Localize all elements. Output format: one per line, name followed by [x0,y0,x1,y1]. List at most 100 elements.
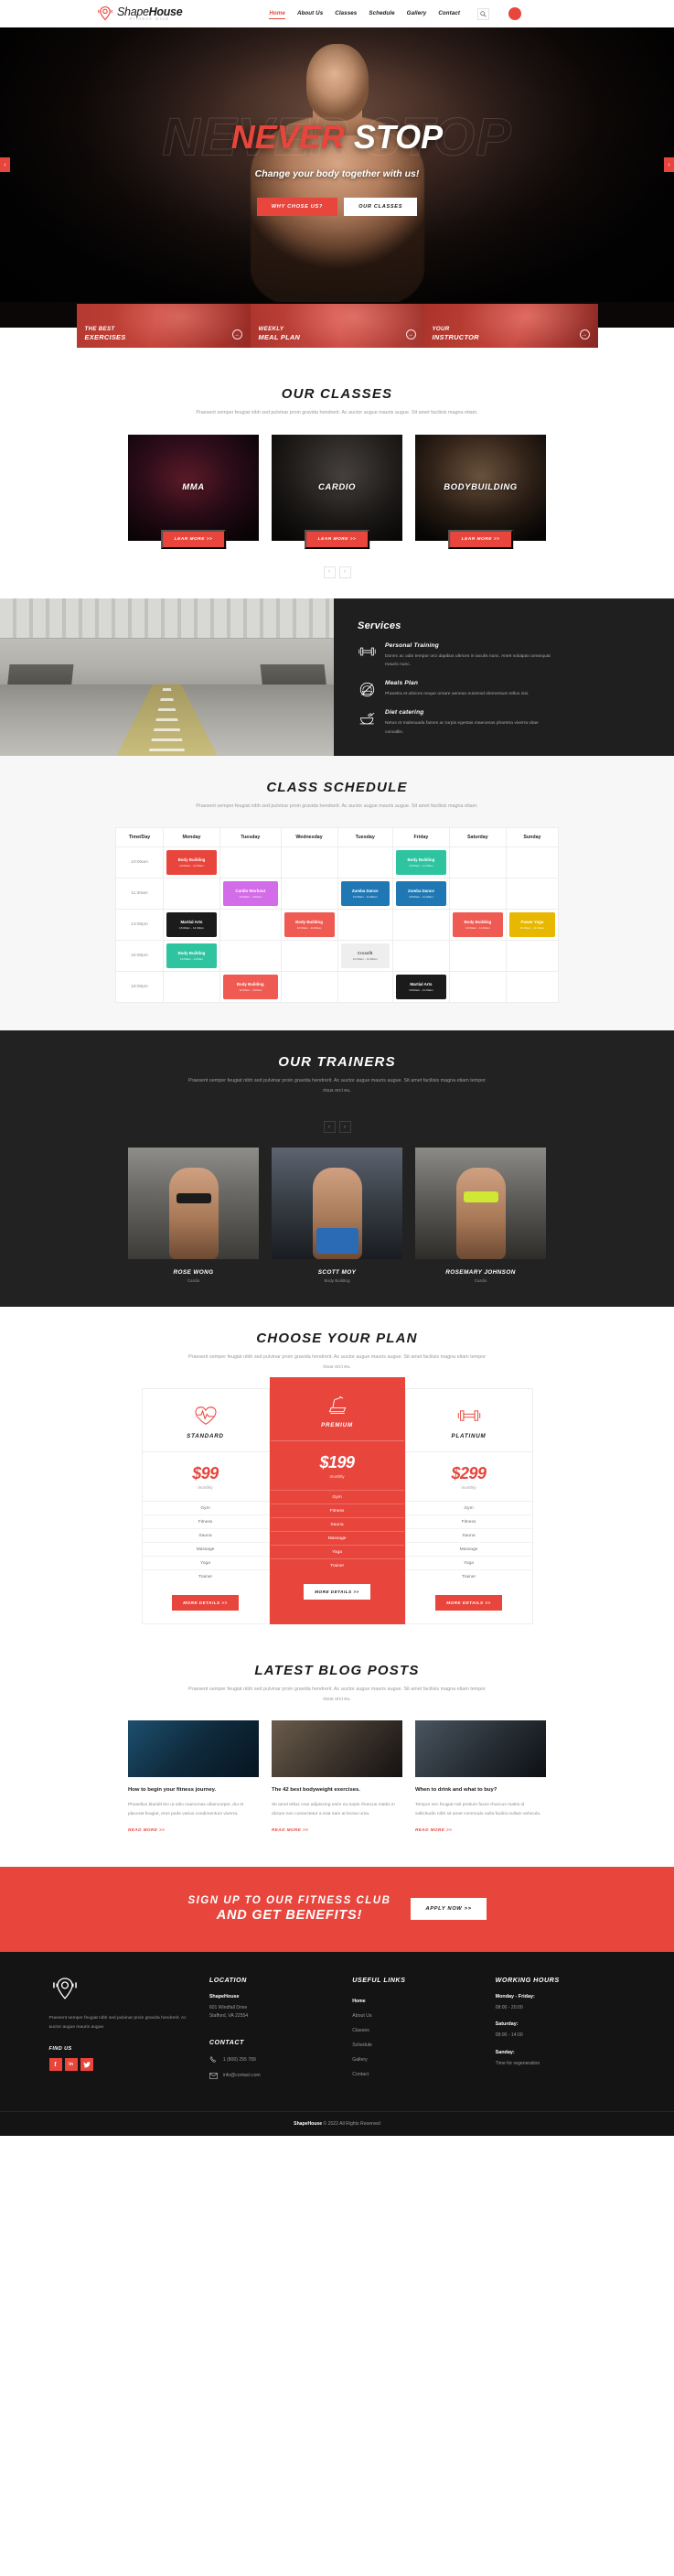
feature-card-exercises[interactable]: THE BEST EXERCISES → [76,304,251,348]
phone-icon [209,2056,218,2064]
schedule-cell: Body Building 12:00am - 2:00am [219,971,282,1004]
schedule-cell [505,878,560,911]
footer-phone-row[interactable]: 1 (800) 255 789 [209,2056,330,2064]
schedule-row: 13:00pm Martial Arts 13:00pm - 14:30pm Body… [115,909,560,942]
schedule-event-name: Power Yoga [520,920,544,924]
schedule-cell: Body Building 12:00am - 2:00am [163,940,220,973]
schedule-cell: Body Building 10:00am - 11:00am [163,846,220,879]
footer-link-contact[interactable]: Contact [352,2067,473,2082]
nav-item-home[interactable]: Home [269,10,285,19]
schedule-event[interactable]: Body Building 12:00am - 2:00am [222,975,278,1000]
trainer-card-rosemary-johnson[interactable]: ROSEMARY JOHNSON Cardio [415,1148,546,1283]
classes-next-button[interactable]: › [338,566,351,578]
class-learn-more-button[interactable]: LEAR MORE >> [447,529,514,549]
schedule-event-name: Zumba Dance [351,889,379,893]
trainer-card-rose-wong[interactable]: ROSE WONG Cardio [128,1148,259,1283]
schedule-column-header: Friday [391,827,450,848]
blog-post-card[interactable]: When to drink and what to buy? Tempor ne… [415,1720,546,1835]
hero-title-red: NEVER [230,118,345,156]
blog-title: LATEST BLOG POSTS [254,1663,420,1679]
footer-link-gallery[interactable]: Gallery [352,2053,473,2067]
logo[interactable]: ShapeHouse Fitness Club [96,5,183,22]
chevron-left-icon[interactable]: ‹ [0,157,10,172]
footer-email-row[interactable]: info@contact.com [209,2072,330,2080]
nav-item-about-us[interactable]: About Us [297,10,323,18]
plan-card-standard[interactable]: STANDARD $99 monthly Gym Fitness Sauna M… [141,1388,270,1625]
schedule-event[interactable]: Martial Arts 10:00am - 11:00am [395,975,446,1000]
schedule-event-name: Body Building [295,920,323,924]
schedule-event[interactable]: Body Building 10:00am - 11:00am [452,912,503,938]
trainers-prev-button[interactable]: ‹ [323,1121,336,1134]
schedule-event[interactable]: Body Building 12:00am - 2:00am [166,943,217,969]
nav-item-schedule[interactable]: Schedule [369,10,394,18]
feature-card-meal-plan[interactable]: WEEKLY MEAL PLAN → [250,304,424,348]
search-icon[interactable] [477,7,490,20]
nav-item-contact[interactable]: Contact [438,10,460,18]
nav-item-gallery[interactable]: Gallery [407,10,427,18]
class-card-bodybuilding[interactable]: BODYBUILDING LEAR MORE >> [415,434,546,549]
apply-now-button[interactable]: APPLY NOW >> [411,1898,487,1921]
arrow-right-circle-icon[interactable]: → [405,329,416,340]
trainer-card-scott-moy[interactable]: SCOTT MOY Body Building [272,1148,402,1283]
schedule-event[interactable]: Body Building 10:00am - 11:00am [284,912,335,938]
feature-line2: EXERCISES [84,332,126,341]
footer-location-heading: LOCATION [209,1975,247,1984]
service-desc: Netus et malesuada fames ac turpis egest… [385,721,539,735]
blog-post-card[interactable]: The 42 best bodyweight exercises. Sit am… [272,1720,402,1835]
service-item-personal-training: Personal Training Donec ac odio tempor o… [358,642,654,671]
feature-card-instructor[interactable]: YOUR INSTRUCTOR → [423,304,598,348]
footer-link-home[interactable]: Home [352,1994,473,2009]
feature-bar: THE BEST EXERCISES → WEEKLY MEAL PLAN → … [76,304,598,348]
footer-link-schedule[interactable]: Schedule [352,2038,473,2053]
trainer-name: SCOTT MOY [317,1269,357,1277]
chevron-right-icon[interactable]: › [664,157,674,172]
avatar[interactable] [508,7,522,20]
plans-title: CHOOSE YOUR PLAN [256,1331,418,1347]
class-learn-more-button[interactable]: LEAR MORE >> [160,529,227,549]
schedule-cell [280,846,338,879]
heartbeat-icon [143,1402,269,1429]
classes-prev-button[interactable]: ‹ [323,566,336,578]
arrow-right-circle-icon[interactable]: → [579,329,590,340]
class-card-mma[interactable]: MMA LEAR MORE >> [128,434,259,549]
blog-post-card[interactable]: How to begin your fitness journey. Phase… [128,1720,259,1835]
schedule-event[interactable]: Zumba Dance 10:00am - 11:00am [395,881,446,907]
schedule-cell [448,846,507,879]
schedule-time-cell: 10:00am [115,846,164,879]
class-learn-more-button[interactable]: LEAR MORE >> [304,529,370,549]
arrow-right-circle-icon[interactable]: → [231,329,242,340]
signup-cta-banner: SIGN UP TO OUR FITNESS CLUB AND GET BENE… [0,1866,674,1952]
plan-details-button[interactable]: MORE DETAILS >> [435,1595,502,1611]
schedule-event[interactable]: Body Building 10:00am - 11:00am [395,850,446,876]
blog-read-more-link[interactable]: READ MORE >> [272,1827,308,1832]
schedule-event-time: 13:00pm - 14:30pm [179,925,204,930]
trainers-next-button[interactable]: › [338,1121,351,1134]
schedule-section: CLASS SCHEDULE Praesent semper feugiat n… [0,755,674,1031]
our-classes-button[interactable]: OUR CLASSES [344,198,418,216]
twitter-icon[interactable] [80,2058,93,2072]
plan-card-premium[interactable]: PREMIUM $199 monthly Gym Fitness Sauna M… [269,1377,405,1625]
nav-item-classes[interactable]: Classes [335,10,357,18]
facebook-icon[interactable]: f [48,2058,62,2072]
class-card-cardio[interactable]: CARDIO LEAR MORE >> [272,434,402,549]
feature-bar-zone: THE BEST EXERCISES → WEEKLY MEAL PLAN → … [0,302,674,366]
footer-link-classes[interactable]: Classes [352,2023,473,2038]
schedule-event[interactable]: Zumba Dance 10:00am - 11:00am [340,881,390,907]
plan-feature: Sauna [270,1517,404,1531]
plan-details-button[interactable]: MORE DETAILS >> [304,1584,370,1601]
linkedin-icon[interactable]: in [64,2058,78,2072]
plan-details-button[interactable]: MORE DETAILS >> [172,1595,239,1611]
footer-link-about-us[interactable]: About Us [352,2009,473,2023]
why-chose-us-button[interactable]: WHY CHOSE US? [256,198,338,216]
blog-read-more-link[interactable]: READ MORE >> [415,1827,452,1832]
schedule-event[interactable]: Power Yoga 10:00am - 11:00am [508,912,555,938]
cta-line2: AND GET BENEFITS! [216,1908,363,1924]
schedule-event[interactable]: Crossfit 10:00am - 11:00am [340,943,390,969]
schedule-row: 10:00am Body Building 10:00am - 11:00am Bod… [115,846,559,879]
schedule-event[interactable]: Cardio Workout 12:00am - 2:00am [222,881,278,907]
plan-card-platinum[interactable]: PLATINUM $299 monthly Gym Fitness Sauna … [404,1388,533,1625]
hero-title: NEVER STOP [231,118,443,156]
blog-read-more-link[interactable]: READ MORE >> [128,1827,165,1832]
schedule-event[interactable]: Body Building 10:00am - 11:00am [166,850,217,876]
schedule-event[interactable]: Martial Arts 13:00pm - 14:30pm [166,912,217,938]
